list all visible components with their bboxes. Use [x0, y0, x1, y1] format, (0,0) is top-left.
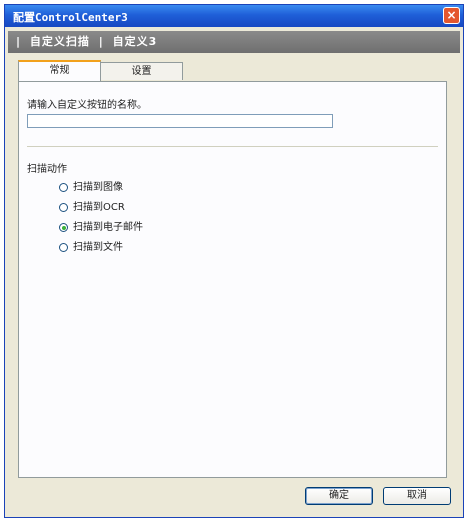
section-divider [27, 146, 438, 147]
button-name-input[interactable] [27, 114, 333, 128]
title-bar[interactable]: 配置ControlCenter3 × [5, 5, 463, 27]
radio-circle-icon [59, 183, 68, 192]
cancel-button[interactable]: 取消 [383, 487, 451, 505]
button-name-label: 请输入自定义按钮的名称。 [27, 100, 147, 111]
window-title: 配置ControlCenter3 [13, 11, 128, 24]
radio-label: 扫描到电子邮件 [73, 222, 143, 233]
breadcrumb-separator: | [16, 35, 22, 48]
breadcrumb: | 自定义扫描 | 自定义3 [8, 31, 460, 53]
breadcrumb-separator: | [98, 35, 104, 48]
radio-checked-icon [59, 223, 68, 232]
tab-settings[interactable]: 设置 [100, 62, 183, 80]
radio-circle-icon [59, 243, 68, 252]
breadcrumb-item-custom-scan: 自定义扫描 [29, 35, 90, 48]
close-icon: × [446, 8, 457, 22]
radio-label: 扫描到OCR [73, 202, 125, 213]
close-button[interactable]: × [443, 7, 460, 24]
scan-action-label: 扫描动作 [27, 164, 67, 175]
radio-circle-icon [59, 203, 68, 212]
tab-general[interactable]: 常规 [18, 60, 101, 81]
breadcrumb-item-custom3: 自定义3 [112, 35, 158, 48]
ok-button[interactable]: 确定 [305, 487, 373, 505]
radio-label: 扫描到文件 [73, 242, 123, 253]
radio-label: 扫描到图像 [73, 182, 123, 193]
general-tab-panel: 请输入自定义按钮的名称。 扫描动作 扫描到图像 扫描到OCR 扫描到电子邮件 扫… [18, 81, 447, 478]
